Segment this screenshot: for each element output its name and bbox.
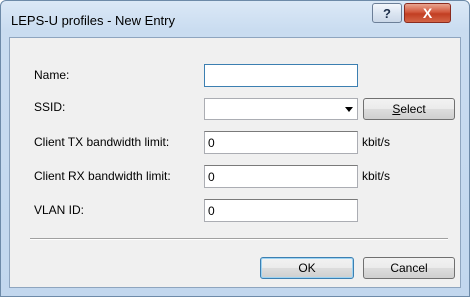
- rx-unit-label: kbit/s: [362, 169, 391, 183]
- question-mark-icon: ?: [383, 5, 391, 21]
- close-button[interactable]: X: [404, 3, 451, 23]
- close-icon: X: [422, 5, 433, 21]
- ssid-combobox[interactable]: [204, 98, 358, 120]
- help-button[interactable]: ?: [372, 3, 402, 23]
- cancel-button[interactable]: Cancel: [363, 257, 455, 279]
- rx-bandwidth-label: Client RX bandwidth limit:: [34, 169, 171, 183]
- name-label: Name:: [34, 68, 70, 82]
- dropdown-arrow-icon[interactable]: [345, 107, 353, 112]
- select-button[interactable]: Select: [363, 98, 455, 120]
- select-accel-letter: S: [392, 102, 401, 116]
- tx-bandwidth-label: Client TX bandwidth limit:: [34, 135, 170, 149]
- window-title: LEPS-U profiles - New Entry: [11, 13, 175, 28]
- dialog-window: LEPS-U profiles - New Entry ? X Name: SS…: [0, 0, 470, 297]
- name-input[interactable]: [204, 64, 358, 87]
- select-button-label: elect: [400, 102, 426, 116]
- tx-unit-label: kbit/s: [362, 135, 391, 149]
- tx-bandwidth-input[interactable]: 0: [204, 131, 358, 154]
- vlan-id-input[interactable]: 0: [204, 199, 358, 222]
- ssid-label: SSID:: [34, 100, 66, 114]
- separator: [30, 238, 448, 240]
- dialog-body: Name: SSID: Select Client TX bandwidth l…: [9, 37, 461, 288]
- rx-bandwidth-input[interactable]: 0: [204, 165, 358, 188]
- ok-button[interactable]: OK: [260, 257, 354, 279]
- title-bar[interactable]: LEPS-U profiles - New Entry ? X: [1, 1, 469, 37]
- vlan-id-label: VLAN ID:: [34, 203, 85, 217]
